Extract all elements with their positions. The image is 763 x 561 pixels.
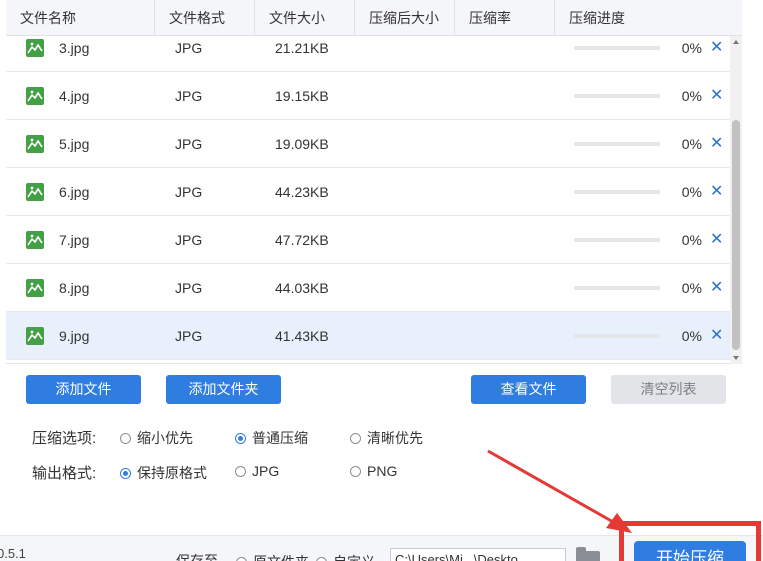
annotation-highlight-box bbox=[619, 521, 761, 561]
annotation-arrow bbox=[487, 449, 632, 533]
